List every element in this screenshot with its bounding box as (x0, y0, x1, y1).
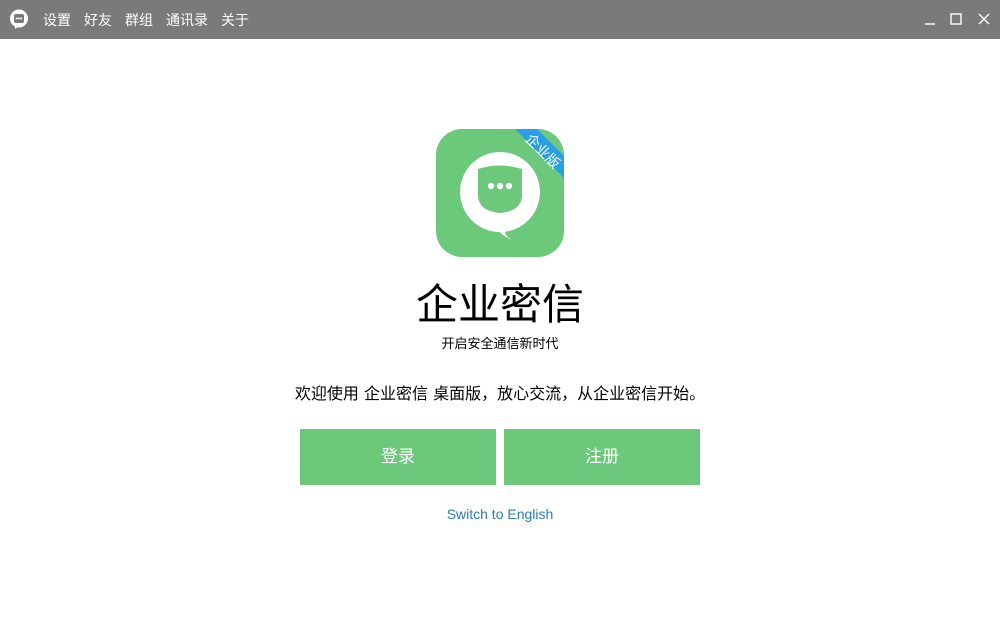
maximize-icon[interactable] (948, 10, 964, 28)
title-bar: 设置 好友 群组 通讯录 关于 (0, 0, 1000, 39)
app-logo: 企业版 (436, 129, 564, 257)
menu-item-about[interactable]: 关于 (221, 10, 249, 30)
menu-item-settings[interactable]: 设置 (43, 10, 71, 30)
menu-item-friends[interactable]: 好友 (84, 10, 112, 30)
app-subtitle: 开启安全通信新时代 (441, 337, 559, 352)
close-icon[interactable] (976, 10, 992, 28)
menu-item-groups[interactable]: 群组 (125, 10, 153, 30)
minimize-icon[interactable] (922, 10, 938, 28)
app-icon (10, 9, 28, 29)
welcome-message: 欢迎使用 企业密信 桌面版，放心交流，从企业密信开始。 (294, 384, 706, 403)
register-button[interactable]: 注册 (504, 429, 700, 485)
switch-language-link[interactable]: Switch to English (0, 505, 1000, 523)
app-title: 企业密信 (415, 280, 584, 329)
menu-bar: 设置 好友 群组 通讯录 关于 (43, 0, 262, 39)
login-button[interactable]: 登录 (300, 429, 496, 485)
menu-item-contacts[interactable]: 通讯录 (166, 10, 208, 30)
